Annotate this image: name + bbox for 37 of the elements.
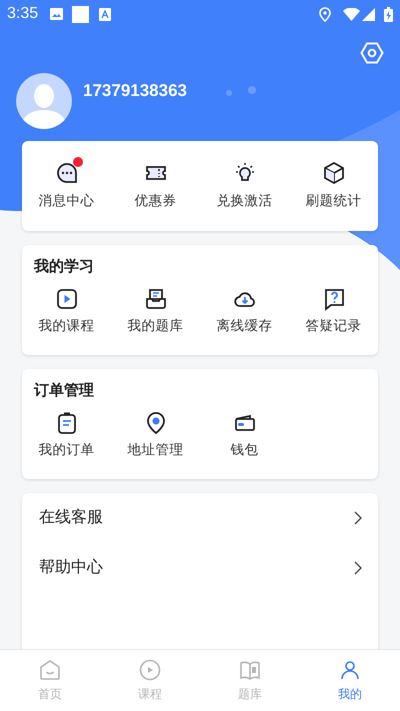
section-item[interactable]: 离线缓存 bbox=[216, 316, 272, 336]
inbox-tray-icon bbox=[144, 287, 168, 311]
section-item[interactable]: 地址管理 bbox=[128, 440, 184, 460]
action-item[interactable]: 刷题统计 bbox=[306, 190, 362, 212]
play-circle-icon bbox=[138, 658, 162, 682]
chevron-right-icon bbox=[354, 511, 362, 525]
menu-item[interactable]: 在线客服 bbox=[39, 506, 354, 530]
decoration-dots bbox=[225, 86, 258, 96]
battery-icon bbox=[384, 6, 393, 22]
image-icon bbox=[50, 8, 64, 20]
chat-bubble-icon bbox=[54, 160, 78, 185]
status-time: 3:35 bbox=[7, 4, 38, 24]
square-icon bbox=[72, 6, 90, 22]
action-item[interactable]: 优惠券 bbox=[134, 190, 176, 212]
cube-icon bbox=[322, 160, 346, 185]
section-item[interactable]: 我的题库 bbox=[128, 316, 184, 336]
a-icon bbox=[99, 8, 112, 20]
menu-item[interactable]: 帮助中心 bbox=[39, 556, 354, 580]
chevron-right-icon bbox=[354, 561, 362, 575]
play-icon bbox=[54, 287, 78, 311]
location-icon bbox=[319, 6, 331, 22]
action-item[interactable]: 消息中心 bbox=[38, 190, 94, 212]
section-title: 订单管理 bbox=[34, 381, 95, 401]
person-icon bbox=[338, 658, 362, 682]
section-item[interactable]: 钱包 bbox=[230, 440, 258, 460]
action-item[interactable]: 兑换激活 bbox=[216, 190, 272, 212]
section-item[interactable]: 我的订单 bbox=[38, 440, 94, 460]
home-icon bbox=[38, 658, 62, 682]
settings-icon[interactable] bbox=[360, 42, 384, 64]
section-item[interactable]: 答疑记录 bbox=[306, 316, 362, 336]
wifi-icon bbox=[343, 8, 360, 20]
phone-number: 17379138363 bbox=[83, 80, 188, 102]
signal-icon bbox=[362, 8, 375, 20]
avatar[interactable] bbox=[16, 73, 72, 129]
nav-tab[interactable]: 我的 bbox=[300, 650, 400, 711]
section-item[interactable]: 我的课程 bbox=[38, 316, 94, 336]
section-title: 我的学习 bbox=[34, 257, 95, 277]
